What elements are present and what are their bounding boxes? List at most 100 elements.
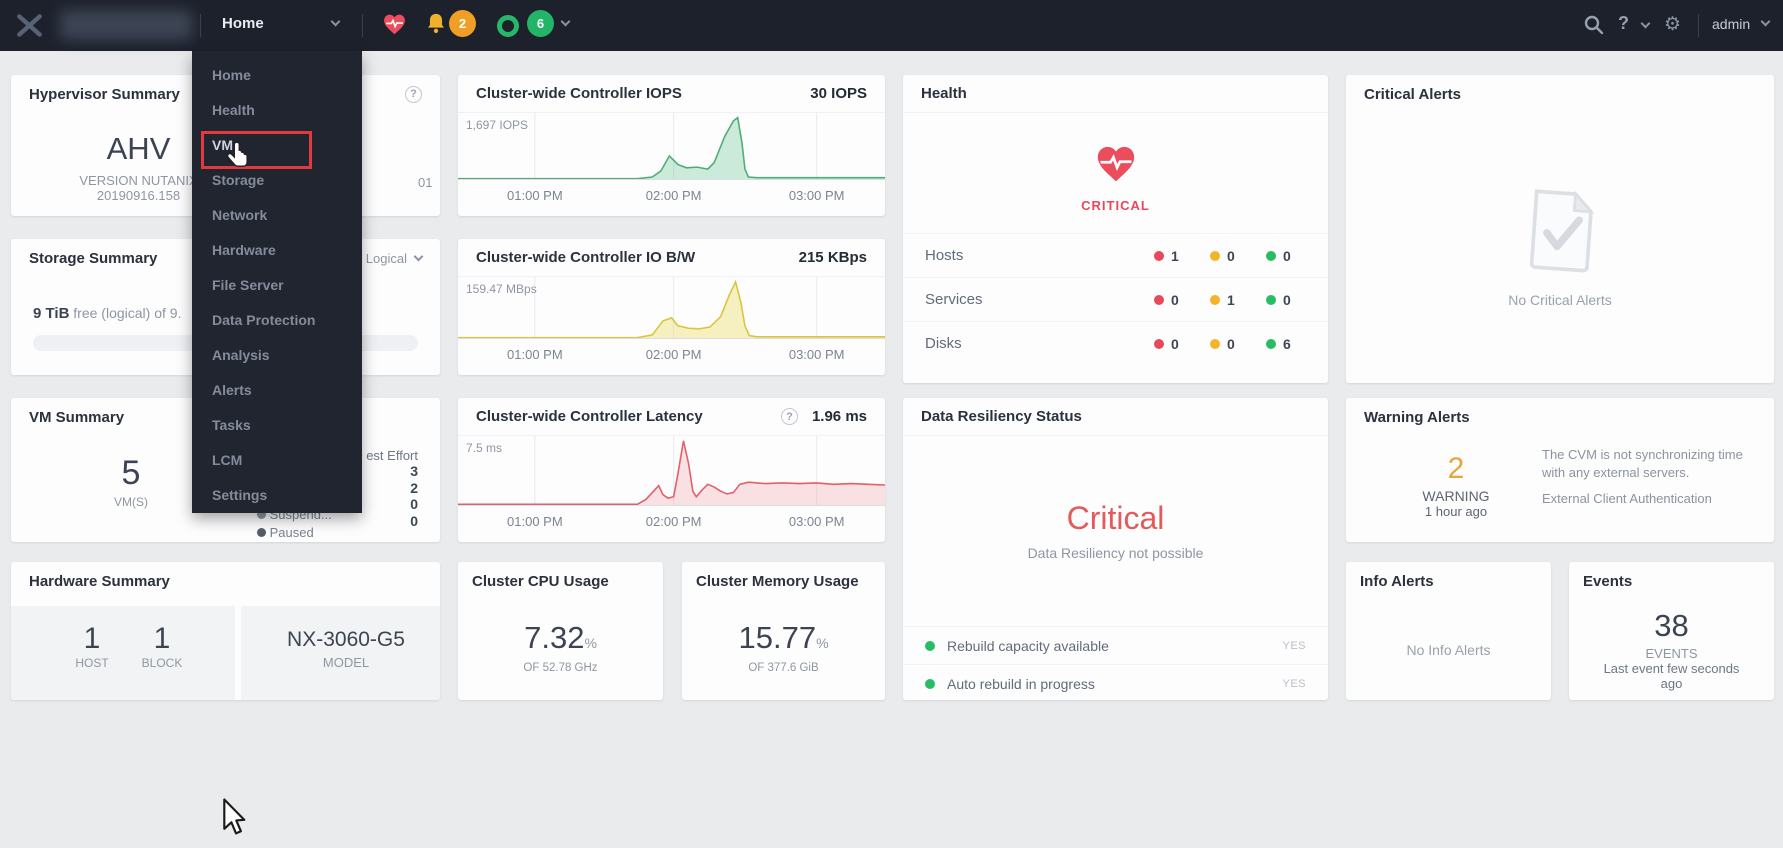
card-critical-alerts: Critical Alerts No Critical Alerts bbox=[1346, 75, 1774, 383]
memory-usage-value: 15.77 bbox=[738, 620, 816, 655]
resiliency-row: Auto rebuild in progress YES bbox=[903, 664, 1328, 700]
gear-icon[interactable]: ⚙ bbox=[1664, 13, 1681, 36]
top-navbar: Home 2 6 ? ⚙ admin bbox=[0, 0, 1783, 51]
warning-time: 1 hour ago bbox=[1386, 504, 1526, 519]
help-icon[interactable]: ? bbox=[405, 86, 422, 103]
card-title: Health bbox=[921, 85, 967, 102]
menu-item-lcm[interactable]: LCM bbox=[192, 443, 362, 478]
user-menu[interactable]: admin bbox=[1712, 16, 1750, 32]
host-count: 1 bbox=[57, 622, 127, 656]
card-title: Hardware Summary bbox=[29, 573, 170, 590]
hand-cursor-icon bbox=[223, 141, 253, 173]
cpu-usage-value: 7.32 bbox=[524, 620, 584, 655]
menu-item-hardware[interactable]: Hardware bbox=[192, 233, 362, 268]
health-row-hosts[interactable]: Hosts 1 0 0 bbox=[903, 233, 1328, 277]
card-cluster-latency: Cluster-wide Controller Latency ? 1.96 m… bbox=[458, 398, 885, 542]
cluster-name-blurred[interactable] bbox=[60, 10, 192, 40]
no-alerts-document-icon bbox=[1520, 185, 1600, 276]
menu-item-home[interactable]: Home bbox=[192, 58, 362, 93]
ok-count-badge[interactable]: 6 bbox=[527, 10, 554, 37]
menu-item-alerts[interactable]: Alerts bbox=[192, 373, 362, 408]
bell-icon[interactable] bbox=[425, 12, 447, 36]
vm-count-row: 2 bbox=[366, 480, 418, 497]
cpu-capacity: OF 52.78 GHz bbox=[458, 662, 663, 674]
vm-count: 5 bbox=[71, 454, 191, 493]
menu-item-settings[interactable]: Settings bbox=[192, 478, 362, 513]
latency-current-value: 1.96 ms bbox=[812, 408, 867, 425]
yellow-dot bbox=[1210, 295, 1220, 305]
partial-text: 01 bbox=[418, 175, 432, 190]
health-status: CRITICAL bbox=[903, 198, 1328, 213]
resiliency-subtitle: Data Resiliency not possible bbox=[903, 545, 1328, 561]
events-label: EVENTS bbox=[1569, 646, 1774, 661]
health-row-services[interactable]: Services 0 1 0 bbox=[903, 277, 1328, 321]
warning-count-badge[interactable]: 2 bbox=[449, 10, 476, 37]
card-hardware-summary: Hardware Summary 1 HOST 1 BLOCK NX-3060-… bbox=[11, 562, 440, 700]
nav-menu-home[interactable]: Home bbox=[222, 15, 264, 32]
model-label: MODEL bbox=[251, 655, 440, 670]
chevron-down-icon[interactable] bbox=[561, 17, 571, 27]
card-title: Cluster CPU Usage bbox=[472, 573, 609, 590]
chevron-down-icon[interactable] bbox=[414, 252, 424, 262]
x-tick: 01:00 PM bbox=[507, 347, 563, 362]
menu-item-health[interactable]: Health bbox=[192, 93, 362, 128]
card-cluster-iops: Cluster-wide Controller IOPS 30 IOPS 1,6… bbox=[458, 75, 885, 216]
iops-current-value: 30 IOPS bbox=[810, 85, 867, 102]
bw-ymax-label: 159.47 MBps bbox=[466, 282, 537, 296]
chevron-down-icon[interactable] bbox=[331, 17, 341, 27]
events-count: 38 bbox=[1569, 608, 1774, 644]
iops-chart: 1,697 IOPS bbox=[458, 113, 885, 180]
x-tick: 03:00 PM bbox=[789, 514, 845, 529]
x-tick: 02:00 PM bbox=[646, 514, 702, 529]
nutanix-x-logo[interactable] bbox=[16, 12, 43, 39]
x-tick: 03:00 PM bbox=[789, 188, 845, 203]
x-tick: 02:00 PM bbox=[646, 347, 702, 362]
card-cluster-memory: Cluster Memory Usage 15.77% OF 377.6 GiB bbox=[682, 562, 885, 700]
menu-item-analysis[interactable]: Analysis bbox=[192, 338, 362, 373]
health-heart-icon[interactable] bbox=[382, 13, 407, 37]
card-cluster-cpu: Cluster CPU Usage 7.32% OF 52.78 GHz bbox=[458, 562, 663, 700]
green-dot bbox=[1266, 339, 1276, 349]
divider bbox=[1698, 14, 1699, 37]
card-title: Critical Alerts bbox=[1364, 86, 1461, 103]
red-dot bbox=[1154, 339, 1164, 349]
help-icon[interactable]: ? bbox=[1618, 13, 1629, 34]
vm-column-header: est Effort bbox=[366, 448, 418, 463]
chevron-down-icon[interactable] bbox=[1641, 19, 1651, 29]
help-icon[interactable]: ? bbox=[781, 408, 798, 425]
red-dot bbox=[1154, 251, 1164, 261]
card-title: Cluster-wide Controller Latency bbox=[476, 408, 703, 425]
yes-value: YES bbox=[1282, 640, 1306, 652]
card-title: Cluster-wide Controller IOPS bbox=[476, 85, 682, 102]
menu-item-network[interactable]: Network bbox=[192, 198, 362, 233]
resiliency-status: Critical bbox=[903, 500, 1328, 537]
resiliency-row: Rebuild capacity available YES bbox=[903, 626, 1328, 664]
card-title: Warning Alerts bbox=[1364, 409, 1470, 426]
yellow-dot bbox=[1210, 251, 1220, 261]
latency-ymax-label: 7.5 ms bbox=[466, 441, 502, 455]
search-icon[interactable] bbox=[1583, 14, 1605, 36]
vm-count-label: VM(S) bbox=[71, 495, 191, 509]
divider bbox=[200, 14, 201, 37]
card-warning-alerts: Warning Alerts 2 WARNING 1 hour ago The … bbox=[1346, 398, 1774, 542]
green-dot bbox=[925, 641, 935, 651]
health-row-disks[interactable]: Disks 0 0 6 bbox=[903, 321, 1328, 365]
card-title: Info Alerts bbox=[1360, 573, 1434, 590]
menu-item-tasks[interactable]: Tasks bbox=[192, 408, 362, 443]
menu-item-data-protection[interactable]: Data Protection bbox=[192, 303, 362, 338]
home-dropdown-menu: Home Health VM Storage Network Hardware … bbox=[192, 51, 362, 513]
divider bbox=[362, 14, 363, 37]
warning-alert-link[interactable]: External Client Authentication bbox=[1542, 490, 1762, 508]
card-title: Cluster-wide Controller IO B/W bbox=[476, 249, 695, 266]
warning-count: 2 bbox=[1386, 452, 1526, 486]
card-info-alerts: Info Alerts No Info Alerts bbox=[1346, 562, 1551, 700]
bw-chart: 159.47 MBps bbox=[458, 277, 885, 339]
card-title: Data Resiliency Status bbox=[921, 408, 1082, 425]
chevron-down-icon[interactable] bbox=[1761, 17, 1771, 27]
storage-filter-dropdown[interactable]: Logical bbox=[366, 251, 407, 266]
status-ring-icon[interactable] bbox=[497, 15, 519, 37]
warning-alert-link[interactable]: The CVM is not synchronizing time with a… bbox=[1542, 446, 1762, 482]
cpu-usage-unit: % bbox=[584, 635, 596, 651]
mouse-cursor-icon bbox=[218, 798, 246, 838]
menu-item-file-server[interactable]: File Server bbox=[192, 268, 362, 303]
